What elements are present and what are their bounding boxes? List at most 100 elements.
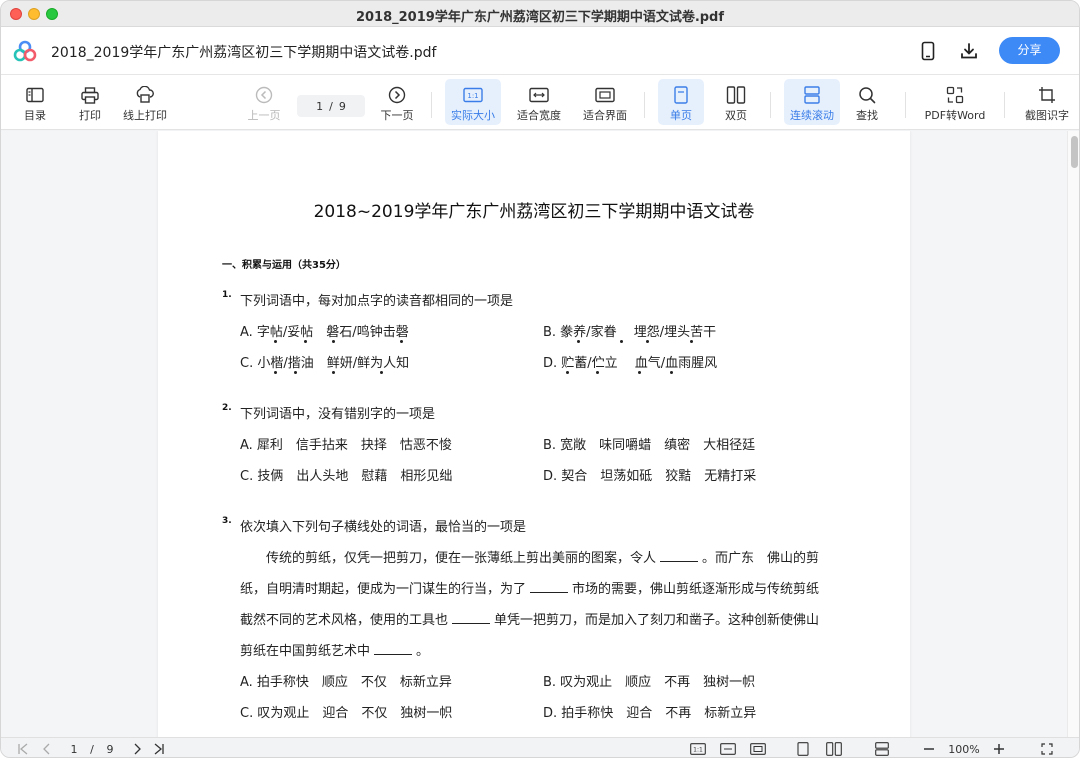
page-separator: / <box>329 99 333 113</box>
question-text: 下列词语中，没有错别字的一项是 <box>240 407 436 422</box>
emphasis-dot <box>274 340 277 343</box>
svg-text:1:1: 1:1 <box>693 747 703 754</box>
question-number: 1. <box>222 290 232 300</box>
option-c: C. 技俩 出人头地 慰藉 相形见绌 <box>240 469 453 484</box>
svg-text:1:1: 1:1 <box>467 92 478 100</box>
online-print-button[interactable]: 线上打印 <box>119 79 171 125</box>
actual-size-small-icon[interactable]: 1:1 <box>689 741 707 757</box>
current-page: 1 <box>316 99 324 113</box>
question-number: 3. <box>222 516 232 526</box>
next-page-label: 下一页 <box>380 109 414 122</box>
status-current-page[interactable]: 1 <box>65 741 83 757</box>
actual-size-button[interactable]: 1:1 实际大小 <box>445 79 501 125</box>
fit-width-label: 适合宽度 <box>517 109 561 122</box>
passage-text: 。 <box>416 644 430 659</box>
emphasis-dot <box>400 340 403 343</box>
continuous-scroll-small-icon[interactable] <box>873 741 891 757</box>
option-c: C. 小楷/揩油 鲜妍/鲜为人知 <box>240 356 410 371</box>
fit-width-button[interactable]: 适合宽度 <box>513 79 565 125</box>
document-viewport[interactable]: 2018~2019学年广东广州荔湾区初三下学期期中语文试卷 一、积累与运用（共3… <box>1 131 1079 737</box>
option-a: A. 字帖/妥帖 磐石/鸣钟击磬 <box>240 325 409 340</box>
single-page-button[interactable]: 单页 <box>658 79 704 125</box>
option-d: D. 拍手称快 迎合 不再 标新立异 <box>543 706 757 721</box>
fit-page-button[interactable]: 适合界面 <box>579 79 631 125</box>
pdf-to-word-button[interactable]: PDF转Word <box>921 79 989 125</box>
window-title: 2018_2019学年广东广州荔湾区初三下学期期中语文试卷.pdf <box>355 10 725 25</box>
file-name: 2018_2019学年广东广州荔湾区初三下学期期中语文试卷.pdf <box>51 45 437 61</box>
double-page-button[interactable]: 双页 <box>715 79 757 125</box>
ocr-button[interactable]: 截图识字 <box>1019 79 1075 125</box>
double-page-small-icon[interactable] <box>825 741 843 757</box>
print-button[interactable]: 打印 <box>70 79 110 125</box>
pdf-to-word-label: PDF转Word <box>924 109 986 122</box>
prev-page-small-icon[interactable] <box>39 741 55 757</box>
emphasis-dot <box>332 340 335 343</box>
download-icon[interactable] <box>958 40 980 62</box>
single-page-small-icon[interactable] <box>795 741 811 757</box>
app-window: 2018_2019学年广东广州荔湾区初三下学期期中语文试卷.pdf 2018_2… <box>0 0 1080 758</box>
fill-blank <box>452 614 491 624</box>
passage-line: 剪纸在中国剪纸艺术中 。 <box>240 640 840 659</box>
pdf-page: 2018~2019学年广东广州荔湾区初三下学期期中语文试卷 一、积累与运用（共3… <box>158 131 910 737</box>
section-heading: 一、积累与运用（共35分） <box>222 260 346 271</box>
option-b: B. 叹为观止 顺应 不再 独树一帜 <box>543 675 756 690</box>
toolbar-divider <box>431 92 432 118</box>
toolbar-divider <box>1004 92 1005 118</box>
toc-button[interactable]: 目录 <box>15 79 55 125</box>
emphasis-dot <box>566 371 569 374</box>
toolbar-divider <box>770 92 771 118</box>
single-page-label: 单页 <box>670 109 692 122</box>
next-page-button[interactable]: 下一页 <box>377 79 417 125</box>
emphasis-dot <box>304 340 307 343</box>
passage-line: 传统的剪纸，仅凭一把剪刀，便在一张薄纸上剪出美丽的图案，令人 。而广东 佛山的剪 <box>240 547 840 566</box>
single-page-icon <box>671 85 691 105</box>
option-a: A. 拍手称快 顺应 不仅 标新立异 <box>240 675 452 690</box>
passage-line: 纸，自明清时期起，便成为一门谋生的行当，为了 市场的需要，佛山剪纸逐渐形成与传统剪… <box>240 578 840 597</box>
continuous-scroll-icon <box>802 85 822 105</box>
toolbar-divider <box>644 92 645 118</box>
phone-icon[interactable] <box>917 40 939 62</box>
emphasis-dot <box>646 340 649 343</box>
emphasis-dot <box>274 371 277 374</box>
fit-width-small-icon[interactable] <box>719 741 737 757</box>
scroll-thumb[interactable] <box>1071 136 1078 168</box>
zoom-in-icon[interactable] <box>991 741 1007 757</box>
double-page-label: 双页 <box>725 109 747 122</box>
double-page-icon <box>726 85 746 105</box>
share-button[interactable]: 分享 <box>999 37 1060 64</box>
fit-page-small-icon[interactable] <box>749 741 767 757</box>
fullscreen-icon[interactable] <box>1039 741 1055 757</box>
first-page-icon[interactable] <box>15 741 31 757</box>
convert-icon <box>945 85 965 105</box>
total-pages: 9 <box>338 99 346 113</box>
prev-page-icon <box>254 85 274 105</box>
search-icon <box>857 85 877 105</box>
option-a: A. 犀利 信手拈来 抉择 怙恶不悛 <box>240 438 452 453</box>
passage-text: 市场的需要，佛山剪纸逐渐形成与传统剪纸 <box>572 582 820 597</box>
page-number-input[interactable]: 1 / 9 <box>297 95 365 117</box>
search-label: 查找 <box>856 109 878 122</box>
fill-blank <box>374 645 413 655</box>
next-page-small-icon[interactable] <box>129 741 145 757</box>
emphasis-dot <box>620 340 623 343</box>
continuous-scroll-button[interactable]: 连续滚动 <box>784 79 840 125</box>
printer-icon <box>80 85 100 105</box>
status-total-pages: 9 <box>106 742 114 756</box>
question-text: 依次填入下列句子横线处的词语，最恰当的一项是 <box>240 520 527 535</box>
passage-text: 剪纸在中国剪纸艺术中 <box>240 644 371 659</box>
emphasis-dot <box>294 371 297 374</box>
prev-page-button[interactable]: 上一页 <box>244 79 284 125</box>
question-text: 下列词语中，每对加点字的读音都相同的一项是 <box>240 294 514 309</box>
emphasis-dot <box>596 371 599 374</box>
passage-text: 。而广东 佛山的剪 <box>702 551 820 566</box>
online-print-label: 线上打印 <box>123 109 167 122</box>
passage-line: 截然不同的艺术风格，使用的工具也 单凭一把剪刀，而是加入了刻刀和凿子。这种创新使佛… <box>240 609 840 628</box>
last-page-icon[interactable] <box>151 741 167 757</box>
vertical-scrollbar[interactable] <box>1067 131 1079 737</box>
fit-width-icon <box>529 85 549 105</box>
zoom-out-icon[interactable] <box>921 741 937 757</box>
search-button[interactable]: 查找 <box>849 79 885 125</box>
passage-text: 截然不同的艺术风格，使用的工具也 <box>240 613 449 628</box>
emphasis-dot <box>638 371 641 374</box>
zoom-level[interactable]: 100% <box>943 741 985 757</box>
